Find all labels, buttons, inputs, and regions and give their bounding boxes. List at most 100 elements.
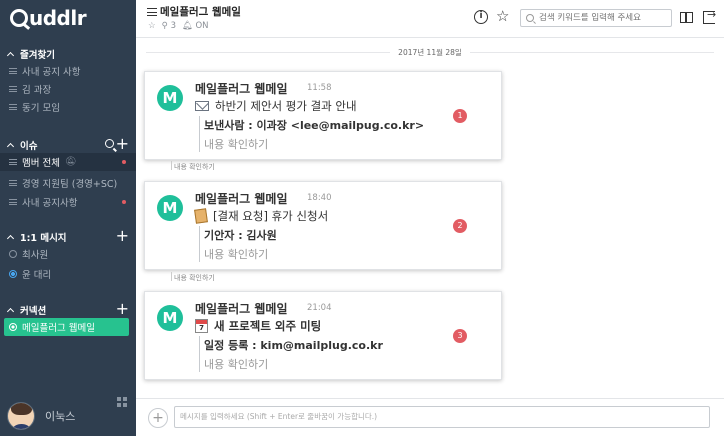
star-outline-icon[interactable]: ☆ bbox=[148, 21, 156, 31]
notify-status[interactable]: 🔔︎ ON bbox=[182, 21, 209, 31]
unread-dot bbox=[122, 160, 126, 164]
sidebar-item-label: 경영 지원팀 (경영+SC) bbox=[22, 179, 118, 190]
step-badge: 2 bbox=[453, 219, 467, 233]
add-icon[interactable]: + bbox=[116, 228, 129, 244]
section-title: 커넥션 bbox=[20, 306, 47, 317]
add-icon[interactable]: + bbox=[116, 136, 129, 152]
connection-icon bbox=[9, 323, 17, 331]
subject-text: 새 프로젝트 외주 미팅 bbox=[214, 319, 322, 333]
avatar bbox=[7, 402, 35, 430]
channel-icon bbox=[9, 86, 17, 92]
logo-q-icon bbox=[10, 9, 28, 27]
exit-icon[interactable] bbox=[703, 8, 716, 24]
mailplug-avatar: M bbox=[157, 195, 183, 221]
section-connections[interactable]: 커넥션 bbox=[6, 303, 47, 317]
message-card[interactable]: M 메일플러그 웹메일 11:58 하반기 제안서 평가 결과 안내 보낸사람 … bbox=[144, 71, 502, 160]
message-card[interactable]: M 메일플러그 웹메일 18:40 [결재 요청] 휴가 신청서 기안자 : 김… bbox=[144, 181, 502, 270]
sidebar-item-label: 사내 공지 사항 bbox=[22, 67, 81, 78]
mute-icon: 🔕︎ bbox=[64, 157, 77, 167]
message-meta: 보낸사람 : 이과장 <lee@mailpug.co.kr> bbox=[204, 119, 425, 132]
message-subject: 7 새 프로젝트 외주 미팅 bbox=[195, 318, 321, 334]
message-time: 11:58 bbox=[307, 83, 332, 93]
members-count-value: 3 bbox=[170, 21, 176, 31]
attach-button[interactable]: + bbox=[148, 408, 168, 428]
sender-name: 메일플러그 웹메일 bbox=[195, 82, 288, 96]
sidebar-item-label: 최사원 bbox=[22, 250, 49, 261]
section-dm[interactable]: 1:1 메시지 bbox=[6, 230, 67, 244]
search-icon[interactable] bbox=[105, 139, 114, 148]
sidebar-item-label: 동기 모임 bbox=[22, 103, 60, 114]
message-meta: 기안자 : 김사원 bbox=[204, 229, 277, 242]
members-count[interactable]: ⚲ 3 bbox=[162, 21, 176, 31]
search-icon bbox=[526, 14, 534, 22]
sender-name: 메일플러그 웹메일 bbox=[195, 302, 288, 316]
sidebar-item-dm-yoon[interactable]: 윤 대리 bbox=[0, 265, 136, 283]
info-icon[interactable]: i bbox=[474, 10, 488, 24]
channel-icon bbox=[9, 68, 17, 74]
sidebar-item-mailplug[interactable]: 메일플러그 웹메일 bbox=[4, 318, 129, 336]
view-content-link[interactable]: 내용 확인하기 bbox=[204, 136, 268, 152]
step-badge: 1 bbox=[453, 109, 467, 123]
sidebar-item-company-notice[interactable]: 사내 공지사항 bbox=[0, 193, 136, 211]
document-icon bbox=[194, 208, 208, 224]
sidebar-item-kim[interactable]: 김 과장 bbox=[0, 80, 136, 98]
date-label: 2017년 11월 28일 bbox=[136, 47, 724, 58]
channel-meta: ☆ ⚲ 3 🔔︎ ON bbox=[148, 21, 209, 31]
add-icon[interactable]: + bbox=[116, 301, 129, 317]
section-favorites[interactable]: 즐겨찾기 bbox=[6, 47, 55, 61]
date-text: 2017년 11월 28일 bbox=[390, 48, 470, 57]
subject-text: [결재 요청] 휴가 신청서 bbox=[213, 209, 329, 223]
sidebar-item-notice[interactable]: 사내 공지 사항 bbox=[0, 62, 136, 80]
chevron-up-icon bbox=[6, 307, 15, 316]
presence-icon bbox=[9, 250, 17, 258]
bell-icon: 🔔︎ bbox=[181, 21, 193, 31]
sidebar-item-management[interactable]: 경영 지원팀 (경영+SC) bbox=[0, 174, 136, 192]
sender-name: 메일플러그 웹메일 bbox=[195, 192, 288, 206]
message-meta: 일정 등록 : kim@mailplug.co.kr bbox=[204, 339, 383, 352]
sidebar-item-dm-choi[interactable]: 최사원 bbox=[0, 245, 136, 263]
calendar-icon: 7 bbox=[195, 319, 208, 333]
sidebar-item-peers[interactable]: 동기 모임 bbox=[0, 98, 136, 116]
sidebar-item-label: 윤 대리 bbox=[22, 270, 52, 281]
step-badge: 3 bbox=[453, 329, 467, 343]
chevron-up-icon bbox=[6, 51, 15, 60]
unread-dot bbox=[122, 200, 126, 204]
view-content-link[interactable]: 내용 확인하기 bbox=[204, 246, 268, 262]
message-area: 2017년 11월 28일 M 메일플러그 웹메일 11:58 하반기 제안서 … bbox=[136, 38, 724, 398]
section-title: 즐겨찾기 bbox=[20, 50, 55, 61]
message-subject: [결재 요청] 휴가 신청서 bbox=[194, 208, 329, 224]
message-card[interactable]: M 메일플러그 웹메일 21:04 7 새 프로젝트 외주 미팅 일정 등록 :… bbox=[144, 291, 502, 380]
menu-icon[interactable] bbox=[147, 8, 157, 16]
sidebar-item-label: 사내 공지사항 bbox=[22, 198, 78, 209]
message-time: 21:04 bbox=[307, 303, 332, 313]
search-box[interactable] bbox=[520, 9, 672, 27]
envelope-icon bbox=[195, 101, 209, 111]
apps-grid-icon[interactable] bbox=[117, 397, 127, 407]
sidebar-item-all-members[interactable]: 멤버 전체 🔕︎ bbox=[0, 153, 136, 171]
channel-icon bbox=[9, 159, 17, 165]
app-logo[interactable]: uddlr bbox=[10, 6, 87, 30]
sidebar-item-label: 메일플러그 웹메일 bbox=[22, 323, 95, 334]
notify-value: ON bbox=[195, 21, 209, 31]
view-content-link[interactable]: 내용 확인하기 bbox=[204, 356, 268, 372]
receipt-label: 내용 확인하기 bbox=[171, 161, 215, 171]
subject-text: 하반기 제안서 평가 결과 안내 bbox=[215, 99, 357, 113]
channel-icon bbox=[9, 180, 17, 186]
section-title: 이슈 bbox=[20, 141, 38, 152]
section-issues[interactable]: 이슈 bbox=[6, 138, 38, 152]
section-title: 1:1 메시지 bbox=[20, 233, 67, 244]
mailplug-avatar: M bbox=[157, 85, 183, 111]
gift-icon[interactable] bbox=[680, 12, 693, 23]
mailplug-avatar: M bbox=[157, 305, 183, 331]
message-input[interactable]: 메시지를 입력하세요 (Shift + Enter로 줄바꿈이 가능합니다.) bbox=[174, 406, 710, 428]
user-profile[interactable]: 이눅스 bbox=[7, 402, 75, 430]
logo-text: uddlr bbox=[29, 6, 87, 30]
quote-bar bbox=[199, 226, 200, 262]
sidebar: uddlr 즐겨찾기 사내 공지 사항 김 과장 동기 모임 이슈 + 멤버 전… bbox=[0, 0, 136, 436]
presence-icon bbox=[9, 270, 17, 278]
chevron-up-icon bbox=[6, 142, 15, 151]
star-icon[interactable]: ☆ bbox=[496, 7, 509, 25]
search-input[interactable] bbox=[539, 13, 664, 23]
channel-icon bbox=[9, 199, 17, 205]
chevron-up-icon bbox=[6, 234, 15, 243]
